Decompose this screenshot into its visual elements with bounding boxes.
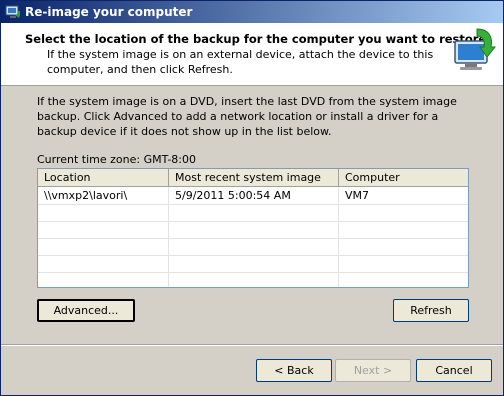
empty-cell	[38, 255, 169, 272]
empty-row	[38, 272, 468, 287]
refresh-button[interactable]: Refresh	[393, 299, 469, 322]
reimage-app-icon	[5, 5, 20, 18]
row-date: 5/9/2011 5:00:54 AM	[169, 187, 339, 204]
row-location: \\vmxp2\lavori\	[38, 187, 169, 204]
empty-cell	[169, 221, 339, 238]
empty-cell	[339, 204, 468, 221]
empty-cell	[169, 255, 339, 272]
next-button[interactable]: Next >	[335, 359, 411, 382]
backup-list[interactable]: Location Most recent system image Comput…	[37, 168, 469, 288]
timezone-label: Current time zone: GMT-8:00	[37, 153, 197, 166]
empty-cell	[339, 221, 468, 238]
empty-cell	[38, 238, 169, 255]
empty-cell	[169, 238, 339, 255]
window-title: Re-image your computer	[25, 5, 193, 19]
empty-cell	[339, 255, 468, 272]
column-header-date[interactable]: Most recent system image	[169, 169, 339, 186]
empty-row	[38, 221, 468, 239]
instructions-text: If the system image is on a DVD, insert …	[37, 95, 457, 138]
column-header-computer[interactable]: Computer	[339, 169, 468, 186]
empty-cell	[339, 272, 468, 287]
footer-divider	[1, 344, 503, 346]
advanced-button[interactable]: Advanced...	[37, 299, 135, 322]
back-button[interactable]: < Back	[256, 359, 332, 382]
header-subtitle: If the system image is on an external de…	[47, 48, 434, 76]
empty-cell	[38, 204, 169, 221]
empty-cell	[169, 272, 339, 287]
empty-cell	[38, 272, 169, 287]
list-header: Location Most recent system image Comput…	[38, 169, 468, 187]
empty-cell	[38, 221, 169, 238]
empty-row	[38, 238, 468, 256]
computer-restore-arrow-icon	[454, 28, 497, 70]
title-bar: Re-image your computer	[1, 1, 503, 23]
reimage-dialog: Re-image your computer Select the locati…	[0, 0, 504, 396]
empty-row	[38, 204, 468, 222]
empty-cell	[169, 204, 339, 221]
wizard-header: Select the location of the backup for th…	[1, 23, 503, 86]
column-header-location[interactable]: Location	[38, 169, 169, 186]
empty-cell	[339, 238, 468, 255]
table-row[interactable]: \\vmxp2\lavori\ 5/9/2011 5:00:54 AM VM7	[38, 187, 468, 205]
header-title: Select the location of the backup for th…	[25, 32, 487, 46]
row-computer: VM7	[339, 187, 468, 204]
empty-row	[38, 255, 468, 273]
cancel-button[interactable]: Cancel	[416, 359, 492, 382]
